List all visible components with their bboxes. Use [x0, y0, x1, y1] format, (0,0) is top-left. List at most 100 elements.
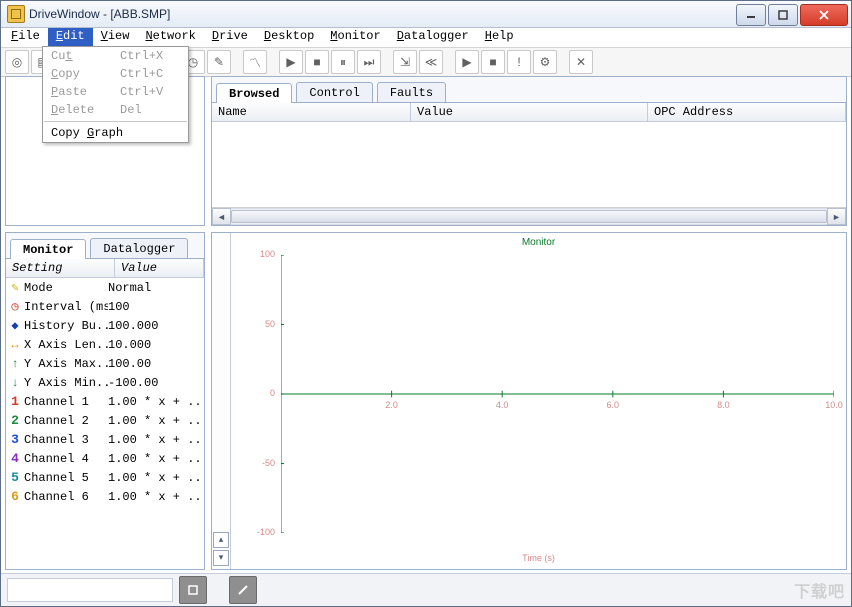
interval-icon: ◷: [11, 299, 18, 314]
menu-monitor[interactable]: Monitor: [322, 28, 388, 47]
tab-faults[interactable]: Faults: [377, 82, 446, 102]
browsed-grid-body: [212, 122, 846, 207]
menu-network[interactable]: Network: [137, 28, 203, 47]
play2-icon[interactable]: ▶: [455, 50, 479, 74]
status-button-2[interactable]: [229, 576, 257, 604]
setting-label: Channel 1: [24, 395, 108, 409]
monitor-row[interactable]: ✎ModeNormal: [6, 278, 204, 297]
browsed-col-opc[interactable]: OPC Address: [648, 103, 846, 121]
setting-label: Y Axis Max...: [24, 357, 108, 371]
alert-icon[interactable]: !: [507, 50, 531, 74]
close-button[interactable]: [800, 4, 848, 26]
monitor-row[interactable]: 6Channel 61.00 * x + ...: [6, 487, 204, 506]
scroll-left-icon[interactable]: ◄: [212, 208, 231, 225]
rewind2-icon[interactable]: ≪: [419, 50, 443, 74]
delete-icon[interactable]: ✕: [569, 50, 593, 74]
x-tick: 2.0: [385, 400, 398, 410]
setting-label: Channel 2: [24, 414, 108, 428]
monitor-tabbar: MonitorDatalogger: [6, 233, 204, 259]
monitor-row[interactable]: 5Channel 51.00 * x + ...: [6, 468, 204, 487]
xaxis-icon: ↔: [11, 338, 18, 352]
chart-up-icon[interactable]: ▴: [213, 532, 229, 548]
play-icon[interactable]: ▶: [279, 50, 303, 74]
monitor-row[interactable]: ◷ Interval (ms)100: [6, 297, 204, 316]
setting-label: Interval (ms): [24, 300, 108, 314]
channel-number-icon: 1: [11, 394, 19, 409]
settings-icon[interactable]: ⚙: [533, 50, 557, 74]
x-tick: 10.0: [825, 400, 843, 410]
mode-icon: ✎: [11, 280, 18, 295]
menu-file[interactable]: File: [3, 28, 48, 47]
browsed-panel: BrowsedControlFaults Name Value OPC Addr…: [211, 76, 847, 226]
skip-icon[interactable]: ⏭: [357, 50, 381, 74]
target-icon[interactable]: ◎: [5, 50, 29, 74]
browsed-scrollbar[interactable]: ◄ ►: [212, 207, 846, 225]
scroll-thumb[interactable]: [231, 210, 827, 223]
monitor-row[interactable]: ↑Y Axis Max...100.00: [6, 354, 204, 373]
minimize-button[interactable]: [736, 4, 766, 26]
statusbar: 下载吧: [1, 573, 851, 606]
titlebar: DriveWindow - [ABB.SMP]: [1, 1, 851, 28]
watermark: 下载吧: [794, 578, 845, 602]
app-icon: [7, 5, 25, 23]
setting-value: -100.00: [108, 376, 204, 390]
browsed-col-name[interactable]: Name: [212, 103, 411, 121]
setting-value: 1.00 * x + ...: [108, 490, 204, 504]
stop2-icon[interactable]: ■: [481, 50, 505, 74]
setting-value: 1.00 * x + ...: [108, 395, 204, 409]
setting-label: Channel 3: [24, 433, 108, 447]
setting-value: 100: [108, 300, 204, 314]
tab-monitor[interactable]: Monitor: [10, 239, 86, 259]
pause-icon[interactable]: ⏸: [331, 50, 355, 74]
tab-browsed[interactable]: Browsed: [216, 83, 292, 103]
setting-label: Y Axis Min...: [24, 376, 108, 390]
setting-value: 1.00 * x + ...: [108, 414, 204, 428]
monitor-row[interactable]: 1 Channel 11.00 * x + ...: [6, 392, 204, 411]
menu-item-copy-graph[interactable]: Copy Graph: [43, 124, 188, 142]
menu-edit[interactable]: Edit: [48, 28, 93, 47]
status-button-1[interactable]: [179, 576, 207, 604]
x-tick: 8.0: [717, 400, 730, 410]
menu-help[interactable]: Help: [477, 28, 522, 47]
menu-desktop[interactable]: Desktop: [256, 28, 322, 47]
monitor-row[interactable]: 3Channel 31.00 * x + ...: [6, 430, 204, 449]
menu-drive[interactable]: Drive: [204, 28, 256, 47]
maximize-button[interactable]: [768, 4, 798, 26]
menu-view[interactable]: View: [93, 28, 138, 47]
monitor-row[interactable]: 4Channel 41.00 * x + ...: [6, 449, 204, 468]
tab-datalogger[interactable]: Datalogger: [90, 238, 188, 258]
menu-item-cut[interactable]: CutCtrl+X: [43, 47, 188, 65]
monitor-row[interactable]: 2 Channel 21.00 * x + ...: [6, 411, 204, 430]
setting-value: Normal: [108, 281, 204, 295]
chart-plot: 2.04.06.08.010.0-100-50050100: [281, 255, 834, 533]
y-tick: -100: [235, 527, 275, 537]
monitor-col-setting[interactable]: Setting: [6, 259, 115, 277]
channel-number-icon: 3: [11, 432, 19, 447]
channel-number-icon: 2: [11, 413, 19, 428]
chart-down-icon[interactable]: ▾: [213, 550, 229, 566]
channel-number-icon: 4: [11, 451, 19, 466]
setting-value: 1.00 * x + ...: [108, 471, 204, 485]
status-cell-1: [7, 578, 173, 602]
menu-item-paste[interactable]: PasteCtrl+V: [43, 83, 188, 101]
edit-menu-dropdown: CutCtrl+XCopyCtrl+CPasteCtrl+VDeleteDel C…: [42, 46, 189, 143]
tab-control[interactable]: Control: [296, 82, 372, 102]
monitor-col-value[interactable]: Value: [115, 259, 204, 277]
menu-datalogger[interactable]: Datalogger: [389, 28, 477, 47]
edit-tool-icon[interactable]: ✎: [207, 50, 231, 74]
menu-item-copy[interactable]: CopyCtrl+C: [43, 65, 188, 83]
graph-tool-icon[interactable]: 〽: [243, 50, 267, 74]
monitor-row[interactable]: ↓Y Axis Min...-100.00: [6, 373, 204, 392]
setting-label: X Axis Len...: [24, 338, 108, 352]
browsed-tabbar: BrowsedControlFaults: [212, 77, 846, 103]
monitor-row[interactable]: ↔X Axis Len...10.000: [6, 335, 204, 354]
export-icon[interactable]: ⇲: [393, 50, 417, 74]
x-tick: 4.0: [496, 400, 509, 410]
setting-label: Channel 5: [24, 471, 108, 485]
stop-icon[interactable]: ■: [305, 50, 329, 74]
browsed-col-value[interactable]: Value: [411, 103, 648, 121]
monitor-row[interactable]: ◆History Bu...100.000: [6, 316, 204, 335]
scroll-right-icon[interactable]: ►: [827, 208, 846, 225]
setting-label: Channel 6: [24, 490, 108, 504]
menu-item-delete[interactable]: DeleteDel: [43, 101, 188, 119]
